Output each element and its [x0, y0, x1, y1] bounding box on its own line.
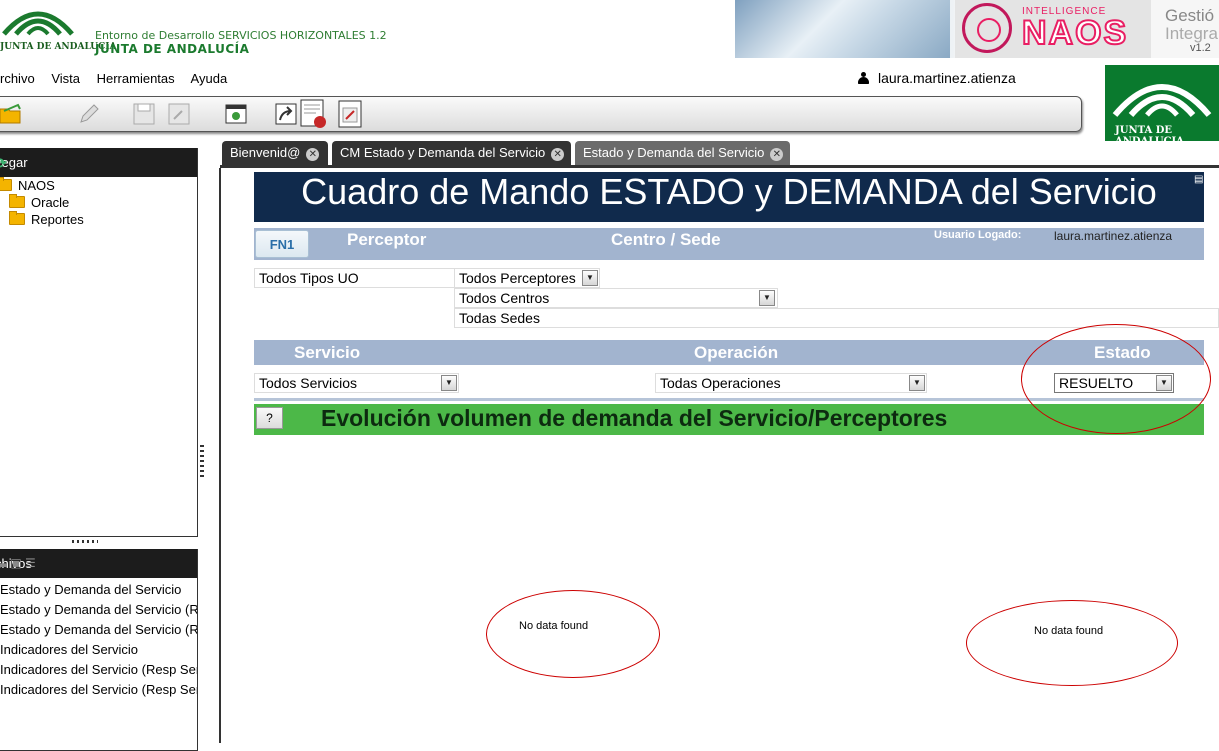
organization-name: JUNTA DE ANDALUCÍA: [95, 42, 250, 56]
horizontal-splitter[interactable]: [72, 540, 98, 543]
annotation-oval-right-chart: [966, 600, 1178, 686]
tree-item-reportes[interactable]: Reportes: [9, 211, 84, 227]
perceptores-select[interactable]: Todos Perceptores: [454, 268, 600, 288]
tab-estado-demanda[interactable]: Estado y Demanda del Servicio ✕: [575, 141, 790, 165]
naos-logo-icon: [962, 3, 1012, 53]
help-button[interactable]: ?: [256, 407, 283, 429]
select-value: Todos Perceptores: [459, 270, 576, 286]
select-value: Todos Servicios: [259, 375, 358, 391]
tree-item-oracle[interactable]: Oracle: [9, 194, 70, 210]
user-icon: [858, 72, 869, 84]
environment-title: Entorno de Desarrollo SERVICIOS HORIZONT…: [95, 29, 387, 42]
junta-arc-icon: [1112, 84, 1212, 118]
menu-herramientas[interactable]: Herramientas: [97, 71, 175, 86]
folder-icon: [9, 211, 25, 225]
content-border: [219, 168, 221, 743]
tree-label: NAOS: [18, 178, 55, 193]
annotation-oval-estado: [1021, 324, 1211, 434]
refresh-icon[interactable]: ⟳: [0, 155, 191, 172]
open-folder-icon[interactable]: [0, 103, 22, 125]
tab-cm-estado[interactable]: CM Estado y Demanda del Servicio ✕: [332, 141, 571, 165]
file-item[interactable]: Indicadores del Servicio (Resp Ser: [0, 662, 197, 677]
servicio-select[interactable]: Todos Servicios: [254, 373, 459, 393]
select-value: Todas Sedes: [459, 310, 540, 326]
file-item[interactable]: Indicadores del Servicio (Resp Ser: [0, 682, 197, 697]
chevron-down-icon[interactable]: ▼: [441, 375, 457, 391]
report-chart-icon[interactable]: [300, 99, 328, 129]
user-logged-label: Usuario Logado:: [934, 229, 1022, 241]
menu-ayuda[interactable]: Ayuda: [191, 71, 228, 86]
fn1-button[interactable]: FN1: [255, 230, 309, 258]
user-logged-value: laura.martinez.atienza: [1054, 229, 1173, 243]
centros-select[interactable]: Todos Centros: [454, 288, 778, 308]
save-as-icon[interactable]: [168, 103, 190, 125]
junta-logo-right: JUNTA DE ANDALUCIA: [1105, 65, 1219, 147]
file-item[interactable]: Indicadores del Servicio: [0, 642, 197, 657]
vertical-splitter[interactable]: [200, 445, 204, 479]
tab-label: Bienvenid@: [230, 145, 301, 160]
report-edit-icon[interactable]: [338, 100, 362, 128]
banner-image: [735, 0, 950, 58]
section-title: Evolución volumen de demanda del Servici…: [321, 405, 948, 431]
file-item[interactable]: Estado y Demanda del Servicio (R: [0, 602, 197, 617]
brand-integra: Integra: [1165, 24, 1218, 43]
chevron-down-icon[interactable]: ▼: [582, 270, 598, 286]
select-value: Todas Operaciones: [660, 375, 781, 391]
select-value: Todos Tipos UO: [259, 270, 359, 286]
close-icon[interactable]: ✕: [306, 148, 320, 161]
toolbar: [0, 96, 1082, 132]
menu-archivo[interactable]: rchivo: [0, 71, 35, 86]
select-value: Todos Centros: [459, 290, 550, 306]
files-header: chivos ▬ ▣ ☰: [0, 549, 197, 578]
close-icon[interactable]: ✕: [551, 148, 565, 161]
close-icon[interactable]: ✕: [770, 148, 784, 161]
menu-bar: rchivo Vista Herramientas Ayuda: [0, 71, 240, 86]
edit-pencil-icon[interactable]: [78, 103, 100, 125]
document-icon[interactable]: ▤: [1194, 174, 1203, 185]
menu-vista[interactable]: Vista: [51, 71, 80, 86]
tab-bar-underline: [220, 165, 1219, 168]
folder-icon: [9, 194, 25, 208]
folder-icon: [0, 177, 12, 191]
chevron-down-icon[interactable]: ▼: [759, 290, 775, 306]
share-arrow-icon[interactable]: [275, 103, 297, 125]
panel-actions-icon[interactable]: ▬ ▣ ☰: [0, 556, 191, 570]
tab-label: CM Estado y Demanda del Servicio: [340, 145, 546, 160]
tree-label: Reportes: [31, 212, 84, 227]
right-logo-text: JUNTA DE ANDALUCIA: [1115, 125, 1184, 147]
save-icon[interactable]: [133, 103, 155, 125]
servicio-heading: Servicio: [294, 343, 361, 362]
brand-naos: NAOS: [1021, 13, 1129, 53]
tab-label: Estado y Demanda del Servicio: [583, 145, 765, 160]
annotation-oval-left-chart: [486, 590, 660, 678]
user-name: laura.martinez.atienza: [878, 70, 1016, 86]
files-list: Estado y Demanda del Servicio Estado y D…: [0, 582, 197, 702]
tree-label: Oracle: [31, 195, 70, 210]
window-icon[interactable]: [225, 103, 247, 125]
tipos-uo-select[interactable]: Todos Tipos UO: [254, 268, 456, 288]
brand-gestion: Gestió: [1165, 6, 1215, 25]
operacion-heading: Operación: [694, 343, 779, 362]
junta-logo-icon: [2, 11, 74, 36]
centro-sede-heading: Centro / Sede: [611, 230, 721, 249]
user-info[interactable]: laura.martinez.atienza: [858, 70, 1016, 86]
perceptor-heading: Perceptor: [347, 230, 427, 249]
chevron-down-icon[interactable]: ▼: [909, 375, 925, 391]
dashboard-title: Cuadro de Mando ESTADO y DEMANDA del Ser…: [254, 172, 1204, 222]
brand-version: v1.2: [1190, 42, 1211, 54]
file-item[interactable]: Estado y Demanda del Servicio (R: [0, 622, 197, 637]
navigator-header: vegar ⟳: [0, 148, 197, 177]
tab-bienvenido[interactable]: Bienvenid@ ✕: [222, 141, 328, 165]
operacion-select[interactable]: Todas Operaciones: [655, 373, 927, 393]
tree-item-naos[interactable]: NAOS: [0, 177, 55, 193]
file-item[interactable]: Estado y Demanda del Servicio: [0, 582, 197, 597]
